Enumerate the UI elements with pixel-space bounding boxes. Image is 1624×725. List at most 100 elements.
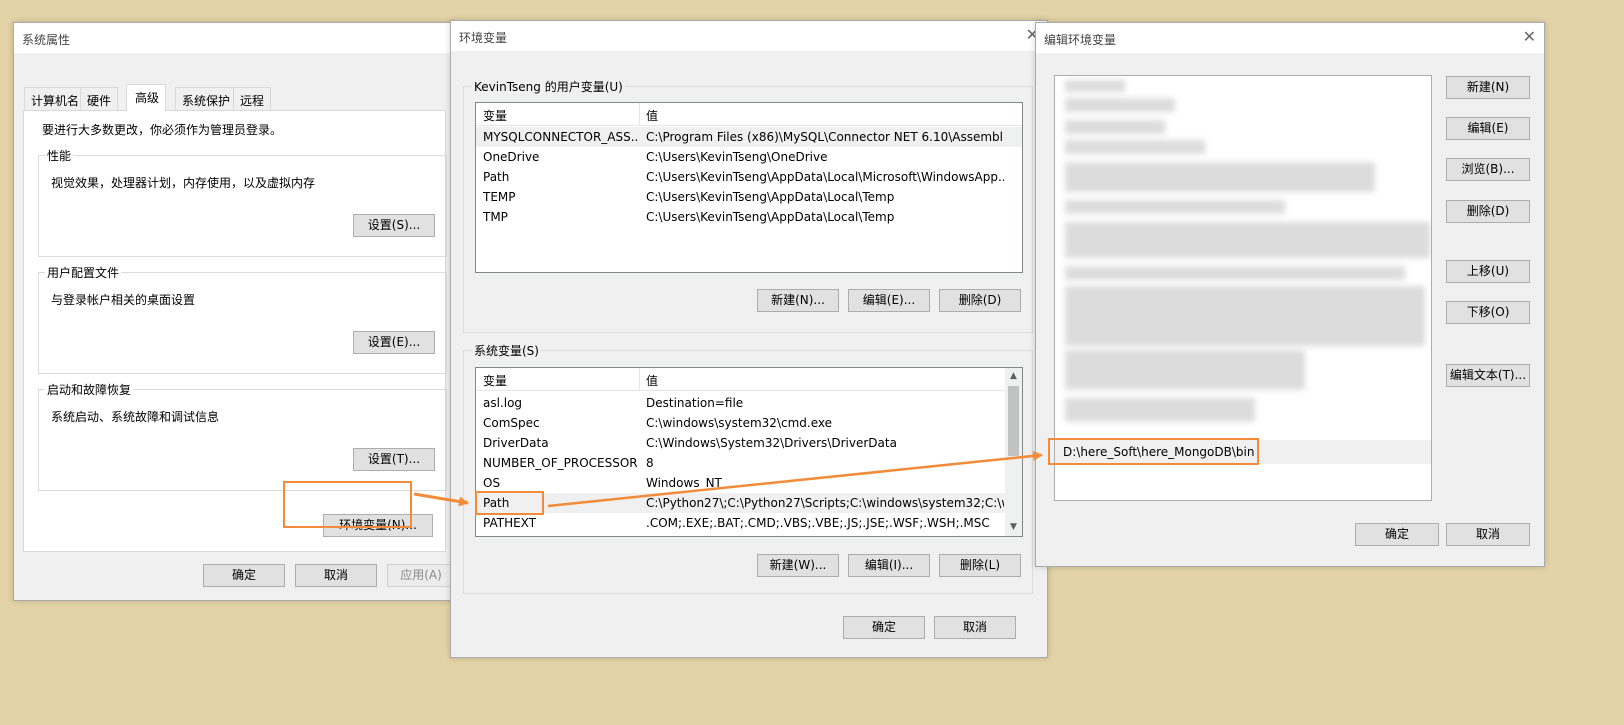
cancel-button[interactable]: 取消 <box>295 564 377 587</box>
table-row-selected[interactable]: Path C:\Python27\;C:\Python27\Scripts;C:… <box>476 493 1022 513</box>
column-header-variable[interactable]: 变量 <box>483 372 507 389</box>
ok-button[interactable]: 确定 <box>1355 523 1439 546</box>
user-variables-title: KevinTseng 的用户变量(U) <box>472 78 625 95</box>
variable-value: C:\Program Files (x86)\MySQL\Connector N… <box>646 130 1004 144</box>
blurred-entry <box>1065 350 1305 390</box>
scroll-down-icon[interactable]: ▼ <box>1005 519 1022 536</box>
table-row[interactable]: asl.log Destination=file <box>476 393 1022 413</box>
vertical-scrollbar[interactable]: ▲ ▼ <box>1005 368 1022 536</box>
startup-recovery-settings-button[interactable]: 设置(T)... <box>353 448 435 471</box>
startup-recovery-desc: 系统启动、系统故障和调试信息 <box>51 410 220 424</box>
window-title: 系统属性 <box>22 33 71 47</box>
column-header-variable[interactable]: 变量 <box>483 107 507 124</box>
table-row[interactable]: NUMBER_OF_PROCESSORS 8 <box>476 453 1022 473</box>
blurred-entry <box>1065 266 1405 280</box>
table-row[interactable]: TEMP C:\Users\KevinTseng\AppData\Local\T… <box>476 187 1022 207</box>
edit-environment-variable-window: 编辑环境变量 ✕ D:\here_Soft\here_MongoDB\bin 新… <box>1035 22 1545 567</box>
ok-button[interactable]: 确定 <box>203 564 285 587</box>
table-row[interactable]: DriverData C:\Windows\System32\Drivers\D… <box>476 433 1022 453</box>
variable-value: C:\Users\KevinTseng\AppData\Local\Temp <box>646 190 895 204</box>
variable-name: TMP <box>483 210 508 224</box>
apply-button[interactable]: 应用(A) <box>387 564 455 587</box>
blurred-entry <box>1065 140 1205 154</box>
entry-highlight <box>1048 438 1259 465</box>
table-row[interactable]: TMP C:\Users\KevinTseng\AppData\Local\Te… <box>476 207 1022 227</box>
performance-group: 性能 视觉效果，处理器计划，内存使用，以及虚拟内存 设置(S)... <box>38 147 447 257</box>
table-row[interactable]: MYSQLCONNECTOR_ASS... C:\Program Files (… <box>476 127 1022 147</box>
column-divider[interactable] <box>639 103 640 125</box>
ok-button[interactable]: 确定 <box>843 616 925 639</box>
variable-name: NUMBER_OF_PROCESSORS <box>483 456 638 470</box>
table-row[interactable]: OneDrive C:\Users\KevinTseng\OneDrive <box>476 147 1022 167</box>
system-variables-list[interactable]: 变量 值 asl.log Destination=file ComSpec C:… <box>475 367 1023 537</box>
performance-settings-button[interactable]: 设置(S)... <box>353 214 435 237</box>
edit-text-button[interactable]: 编辑文本(T)... <box>1446 364 1530 387</box>
user-profiles-group: 用户配置文件 与登录帐户相关的桌面设置 设置(E)... <box>38 264 447 374</box>
variable-value: C:\windows\system32\cmd.exe <box>646 416 832 430</box>
performance-desc: 视觉效果，处理器计划，内存使用，以及虚拟内存 <box>51 176 316 190</box>
env-button-highlight <box>283 481 412 528</box>
variable-name: OneDrive <box>483 150 540 164</box>
cancel-button[interactable]: 取消 <box>934 616 1016 639</box>
variable-name: asl.log <box>483 396 523 410</box>
column-divider[interactable] <box>639 368 640 390</box>
title-bar: 编辑环境变量 ✕ <box>1036 23 1544 53</box>
scroll-up-icon[interactable]: ▲ <box>1005 368 1022 385</box>
blurred-entry <box>1065 162 1375 192</box>
column-header-value[interactable]: 值 <box>646 107 658 124</box>
list-header: 变量 值 <box>476 103 1022 126</box>
variable-value: 8 <box>646 456 654 470</box>
title-bar: 系统属性 <box>14 23 456 53</box>
blurred-entry <box>1065 120 1165 134</box>
variable-name: ComSpec <box>483 416 540 430</box>
startup-recovery-group: 启动和故障恢复 系统启动、系统故障和调试信息 设置(T)... <box>38 381 447 491</box>
delete-button[interactable]: 删除(D) <box>1446 200 1530 223</box>
variable-value: C:\Users\KevinTseng\OneDrive <box>646 150 828 164</box>
tab-system-protection[interactable]: 系统保护 <box>175 87 238 110</box>
user-edit-button[interactable]: 编辑(E)... <box>848 289 930 312</box>
variable-value: Windows_NT <box>646 476 722 490</box>
variable-name: DriverData <box>483 436 549 450</box>
list-header: 变量 值 <box>476 368 1022 391</box>
tab-hardware[interactable]: 硬件 <box>80 87 119 110</box>
edit-button[interactable]: 编辑(E) <box>1446 117 1530 140</box>
user-profiles-desc: 与登录帐户相关的桌面设置 <box>51 293 196 307</box>
tab-advanced[interactable]: 高级 <box>126 84 167 111</box>
user-delete-button[interactable]: 删除(D) <box>939 289 1021 312</box>
table-row[interactable]: Path C:\Users\KevinTseng\AppData\Local\M… <box>476 167 1022 187</box>
cancel-button[interactable]: 取消 <box>1446 523 1530 546</box>
window-title: 编辑环境变量 <box>1044 33 1117 47</box>
column-header-value[interactable]: 值 <box>646 372 658 389</box>
blurred-entry <box>1065 80 1125 92</box>
system-edit-button[interactable]: 编辑(I)... <box>848 554 930 577</box>
user-profiles-title: 用户配置文件 <box>45 264 122 281</box>
variable-name: Path <box>483 170 510 184</box>
blurred-entry <box>1065 200 1285 214</box>
move-up-button[interactable]: 上移(U) <box>1446 260 1530 283</box>
table-row[interactable]: ComSpec C:\windows\system32\cmd.exe <box>476 413 1022 433</box>
system-delete-button[interactable]: 删除(L) <box>939 554 1021 577</box>
variable-value: C:\Users\KevinTseng\AppData\Local\Micros… <box>646 170 1004 184</box>
user-profiles-settings-button[interactable]: 设置(E)... <box>353 331 435 354</box>
tab-remote[interactable]: 远程 <box>233 87 272 110</box>
variable-value: C:\Windows\System32\Drivers\DriverData <box>646 436 897 450</box>
startup-recovery-title: 启动和故障恢复 <box>45 381 134 398</box>
user-new-button[interactable]: 新建(N)... <box>757 289 839 312</box>
variable-value: .COM;.EXE;.BAT;.CMD;.VBS;.VBE;.JS;.JSE;.… <box>646 516 990 530</box>
browse-button[interactable]: 浏览(B)... <box>1446 158 1530 181</box>
move-down-button[interactable]: 下移(O) <box>1446 301 1530 324</box>
variable-value: C:\Python27\;C:\Python27\Scripts;C:\wind… <box>646 496 1004 510</box>
system-variables-title: 系统变量(S) <box>472 342 541 359</box>
new-button[interactable]: 新建(N) <box>1446 76 1530 99</box>
window-title: 环境变量 <box>459 31 508 45</box>
blurred-entry <box>1065 222 1430 258</box>
table-row[interactable]: OS Windows_NT <box>476 473 1022 493</box>
blurred-entry <box>1065 398 1255 422</box>
environment-variables-window: 环境变量 ✕ KevinTseng 的用户变量(U) 变量 值 MYSQLCON… <box>450 20 1048 658</box>
tab-computer-name[interactable]: 计算机名 <box>24 87 87 110</box>
table-row[interactable]: PATHEXT .COM;.EXE;.BAT;.CMD;.VBS;.VBE;.J… <box>476 513 1022 533</box>
close-icon[interactable]: ✕ <box>1523 27 1536 46</box>
user-variables-list[interactable]: 变量 值 MYSQLCONNECTOR_ASS... C:\Program Fi… <box>475 102 1023 273</box>
system-new-button[interactable]: 新建(W)... <box>757 554 839 577</box>
scroll-thumb[interactable] <box>1008 386 1019 456</box>
